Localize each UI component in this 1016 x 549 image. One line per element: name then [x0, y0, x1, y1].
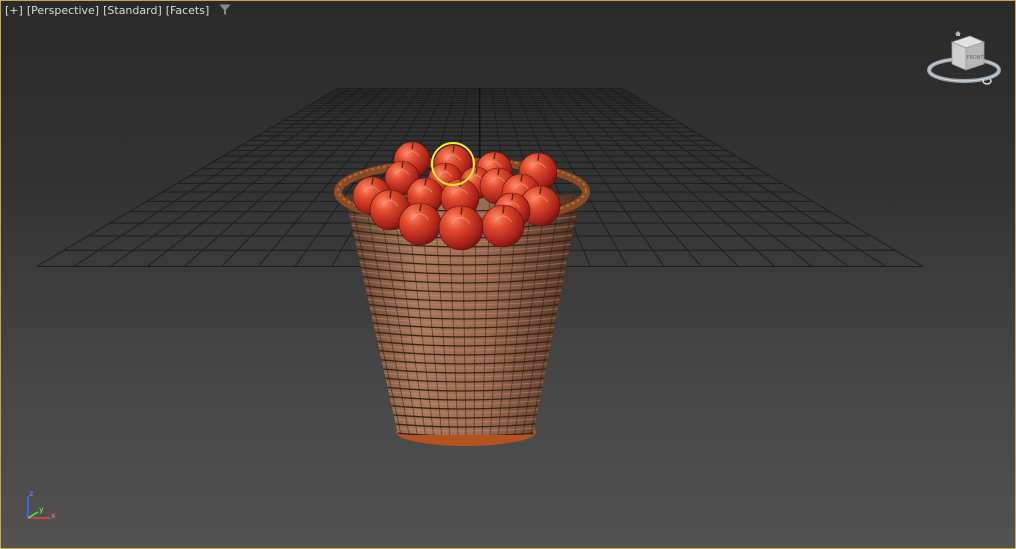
filter-icon[interactable] — [219, 4, 231, 16]
viewport-shading-mode-label[interactable]: [Standard] — [103, 4, 162, 17]
axis-label-y: y — [39, 505, 44, 514]
grid-line — [36, 88, 338, 267]
apple[interactable] — [481, 204, 525, 248]
grid-line — [585, 88, 813, 267]
axis-label-z: z — [29, 489, 33, 498]
grid-line — [609, 88, 886, 267]
grid-line — [147, 88, 374, 267]
grid-line — [73, 88, 350, 267]
grid-line — [597, 88, 850, 267]
viewcube-cube[interactable]: FRONT — [950, 35, 986, 71]
axis-tripod: z x y — [27, 489, 56, 520]
viewport-label-menu: [+] [Perspective] [Standard] [Facets] — [5, 2, 231, 18]
viewport-point-of-view-label[interactable]: [Perspective] — [27, 4, 99, 17]
viewport-display-mode-label[interactable]: [Facets] — [166, 4, 210, 17]
grid-line — [562, 88, 739, 267]
scene-canvas[interactable] — [0, 0, 1016, 549]
viewcube-menu-dot[interactable] — [928, 66, 932, 70]
viewport-plus-menu[interactable]: [+] — [5, 4, 23, 17]
viewcube-face-label: FRONT — [966, 55, 984, 61]
apple[interactable] — [438, 205, 484, 251]
grid-line — [110, 88, 362, 267]
grid-line — [621, 88, 923, 267]
viewcube[interactable]: FRONT — [924, 28, 1002, 88]
grid-line — [574, 88, 776, 267]
viewcube-home-icon[interactable] — [955, 31, 961, 36]
apple[interactable] — [398, 202, 442, 246]
perspective-viewport[interactable]: [+] [Perspective] [Standard] [Facets] FR… — [0, 0, 1016, 549]
axis-label-x: x — [51, 511, 56, 520]
